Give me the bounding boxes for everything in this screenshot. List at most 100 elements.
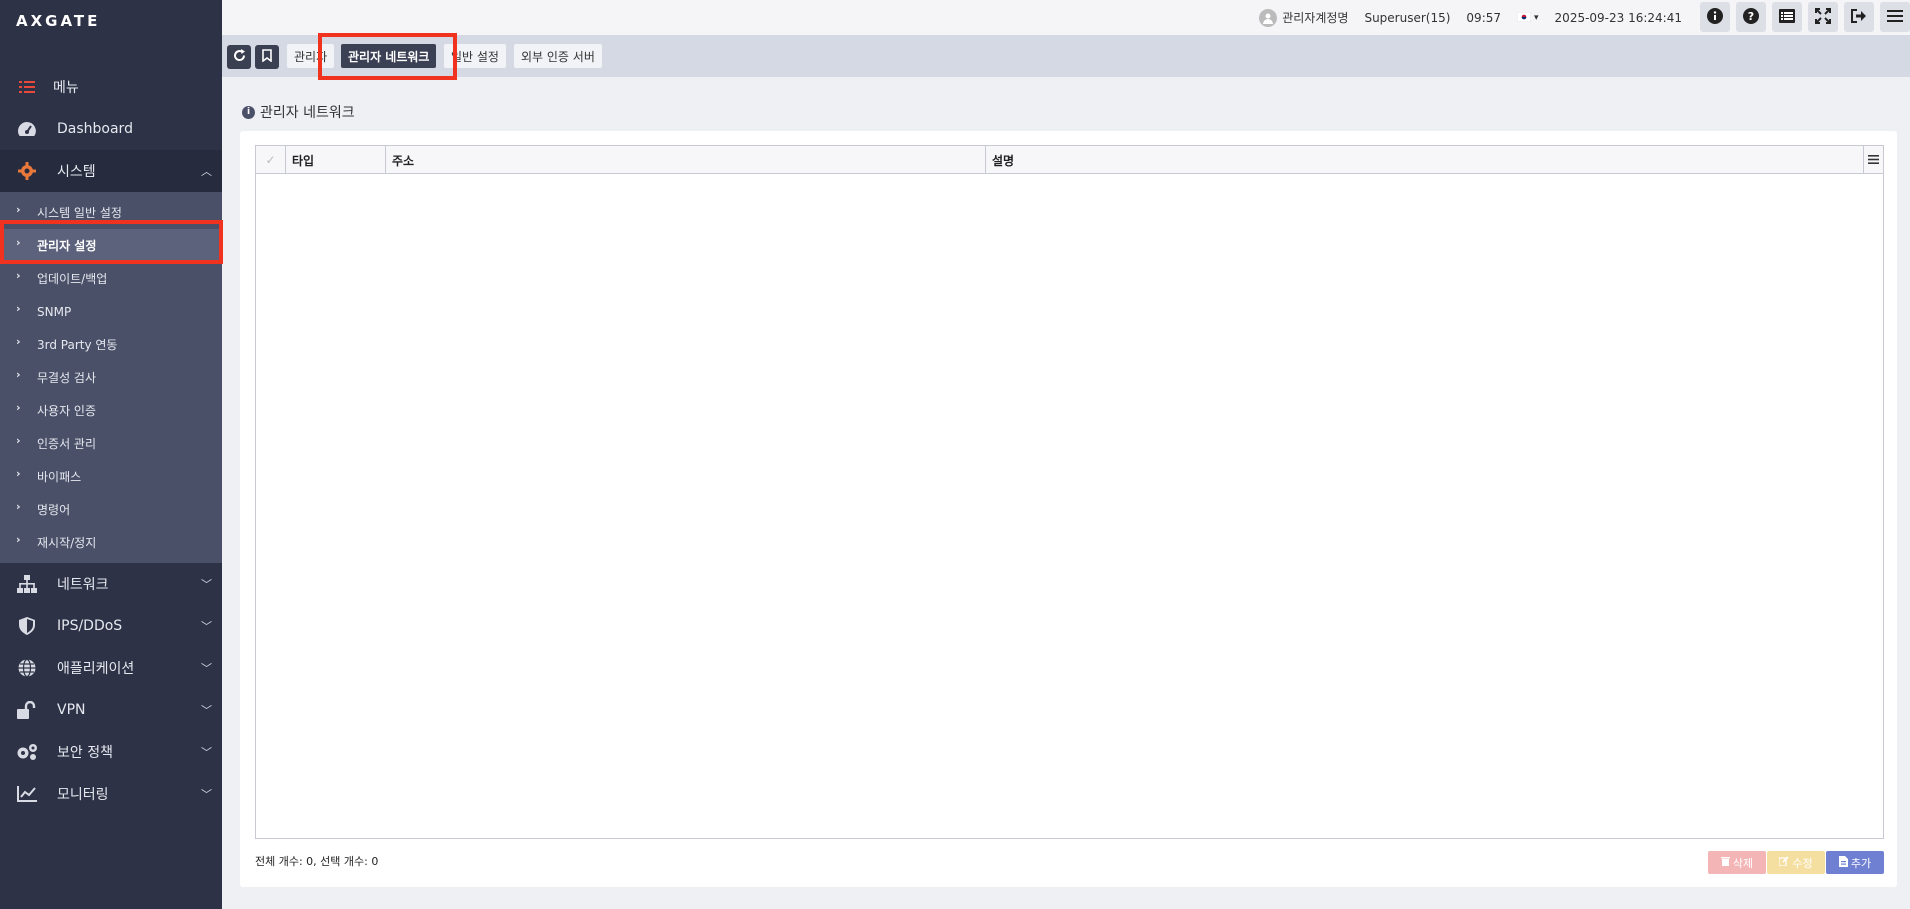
tab-general-settings[interactable]: 일반 설정: [444, 44, 506, 68]
chevron-right-icon: ›: [16, 401, 21, 414]
sidebar-subitem-3rd-party[interactable]: › 3rd Party 연동: [0, 328, 222, 361]
chevron-down-icon: ﹀: [201, 578, 212, 591]
column-menu-button[interactable]: [1863, 146, 1883, 174]
sidebar-subitem-label: 3rd Party 연동: [37, 338, 118, 352]
sidebar-subitem-snmp[interactable]: › SNMP: [0, 295, 222, 328]
top-toolbar: ?: [1700, 2, 1910, 32]
tab-external-auth-server[interactable]: 외부 인증 서버: [514, 44, 602, 68]
info-button[interactable]: [1700, 2, 1730, 32]
sidebar-subitem-label: 관리자 설정: [37, 239, 97, 253]
user-role: Superuser(15): [1364, 10, 1451, 25]
sidebar-subitem-bypass[interactable]: › 바이패스: [0, 460, 222, 493]
system-submenu: › 시스템 일반 설정 › 관리자 설정 › 업데이트/백업 › SNMP › 3rd P…: [0, 192, 222, 563]
tab-admin[interactable]: 관리자: [287, 44, 335, 68]
chevron-right-icon: ›: [16, 368, 21, 381]
question-circle-icon: ?: [1743, 7, 1759, 27]
chevron-down-icon: ﹀: [201, 620, 212, 633]
sidebar-subitem-command[interactable]: › 명령어: [0, 493, 222, 526]
section-title: i 관리자 네트워크: [242, 102, 355, 122]
chevron-right-icon: ›: [16, 203, 21, 216]
edit-button[interactable]: 수정: [1767, 851, 1825, 874]
user-account[interactable]: 관리자계정명: [1259, 8, 1348, 27]
sidebar-subitem-restart[interactable]: › 재시작/정지: [0, 526, 222, 559]
sidebar-nav: 메뉴 Dashboard 시스템 ︿ › 시스템 일반 설정 › 관리자 설정 › 업…: [0, 66, 222, 815]
chevron-right-icon: ›: [16, 236, 21, 249]
grid-header: ✓ 타입 주소 설명: [256, 146, 1883, 174]
sidebar-subitem-update-backup[interactable]: › 업데이트/백업: [0, 262, 222, 295]
list-icon: [16, 76, 38, 98]
column-header-description[interactable]: 설명: [986, 146, 1865, 174]
sidebar-item-vpn[interactable]: VPN ﹀: [0, 689, 222, 731]
language-selector[interactable]: ▾: [1516, 11, 1539, 25]
chevron-right-icon: ›: [16, 302, 21, 315]
globe-icon: [16, 657, 38, 679]
sidebar-subitem-cert[interactable]: › 인증서 관리: [0, 427, 222, 460]
bookmark-icon: [262, 49, 272, 65]
sidebar-item-network[interactable]: 네트워크 ﹀: [0, 563, 222, 605]
user-avatar-icon: [1259, 8, 1278, 27]
sidebar-subitem-label: 사용자 인증: [37, 404, 97, 418]
delete-button[interactable]: 삭제: [1708, 851, 1766, 874]
sidebar-subitem-label: SNMP: [37, 304, 72, 319]
chevron-down-icon: ﹀: [201, 662, 212, 675]
sidebar-item-monitoring[interactable]: 모니터링 ﹀: [0, 773, 222, 815]
sidebar-subitem-label: 재시작/정지: [37, 536, 97, 550]
add-button-label: 추가: [1850, 856, 1872, 870]
list-view-button[interactable]: [1772, 2, 1802, 32]
sidebar-item-dashboard[interactable]: Dashboard: [0, 108, 222, 150]
session-timer: 09:57: [1466, 10, 1502, 25]
axgate-logo[interactable]: AXGATE: [16, 12, 150, 30]
chevron-right-icon: ›: [16, 269, 21, 282]
refresh-button[interactable]: [227, 45, 251, 69]
edit-button-label: 수정: [1792, 856, 1813, 870]
sidebar-subitem-label: 명령어: [37, 503, 71, 517]
info-circle-icon: i: [242, 105, 255, 119]
sitemap-icon: [16, 573, 38, 595]
sidebar-menu-header[interactable]: 메뉴: [0, 66, 222, 108]
expand-icon: [1815, 7, 1831, 27]
logout-button[interactable]: [1844, 2, 1874, 32]
sidebar-subitem-label: 무결성 검사: [37, 371, 97, 385]
chevron-down-icon: ﹀: [201, 704, 212, 717]
sidebar-item-label: Dashboard: [57, 121, 133, 137]
chevron-down-icon: ▾: [1534, 12, 1539, 23]
dashboard-gauge-icon: [16, 118, 38, 140]
sidebar: AXGATE 메뉴 Dashboard 시스템 ︿ › 시스템 일반 설정 › 관리…: [0, 0, 222, 909]
section-title-text: 관리자 네트워크: [260, 105, 355, 121]
sidebar-subitem-label: 업데이트/백업: [37, 272, 108, 286]
svg-text:?: ?: [1748, 10, 1754, 23]
chevron-right-icon: ›: [16, 467, 21, 480]
chevron-right-icon: ›: [16, 335, 21, 348]
fullscreen-button[interactable]: [1808, 2, 1838, 32]
sidebar-subitem-label: 바이패스: [37, 470, 82, 484]
korea-flag-icon: [1516, 11, 1532, 25]
refresh-icon: [233, 49, 246, 65]
sidebar-subitem-user-auth[interactable]: › 사용자 인증: [0, 394, 222, 427]
select-all-checkbox[interactable]: ✓: [256, 146, 286, 174]
info-circle-icon: [1707, 7, 1723, 27]
sidebar-item-security-policy[interactable]: 보안 정책 ﹀: [0, 731, 222, 773]
help-button[interactable]: ?: [1736, 2, 1766, 32]
bookmark-button[interactable]: [255, 45, 279, 69]
sidebar-item-application[interactable]: 애플리케이션 ﹀: [0, 647, 222, 689]
sidebar-subitem-admin-settings[interactable]: › 관리자 설정: [0, 229, 222, 262]
chevron-right-icon: ›: [16, 533, 21, 546]
column-header-address[interactable]: 주소: [386, 146, 986, 174]
sidebar-item-ips-ddos[interactable]: IPS/DDoS ﹀: [0, 605, 222, 647]
column-header-type[interactable]: 타입: [286, 146, 386, 174]
hamburger-menu-button[interactable]: [1880, 2, 1910, 32]
sidebar-item-system[interactable]: 시스템 ︿: [0, 150, 222, 192]
current-datetime: 2025-09-23 16:24:41: [1554, 10, 1682, 25]
gears-icon: [16, 741, 38, 763]
sidebar-item-label: 애플리케이션: [57, 661, 135, 677]
chevron-right-icon: ›: [16, 500, 21, 513]
sidebar-menu-label: 메뉴: [53, 80, 79, 96]
add-button[interactable]: 추가: [1826, 851, 1884, 874]
sidebar-subitem-integrity[interactable]: › 무결성 검사: [0, 361, 222, 394]
tab-bar: 관리자 관리자 네트워크 일반 설정 외부 인증 서버: [222, 35, 1910, 77]
sidebar-subitem-system-general[interactable]: › 시스템 일반 설정: [0, 196, 222, 229]
chart-line-icon: [16, 783, 38, 805]
file-plus-icon: [1838, 855, 1848, 870]
session-info: 관리자계정명 Superuser(15) 09:57 ▾ 2025-09-23 …: [1259, 0, 1682, 35]
tab-admin-network[interactable]: 관리자 네트워크: [341, 44, 437, 68]
